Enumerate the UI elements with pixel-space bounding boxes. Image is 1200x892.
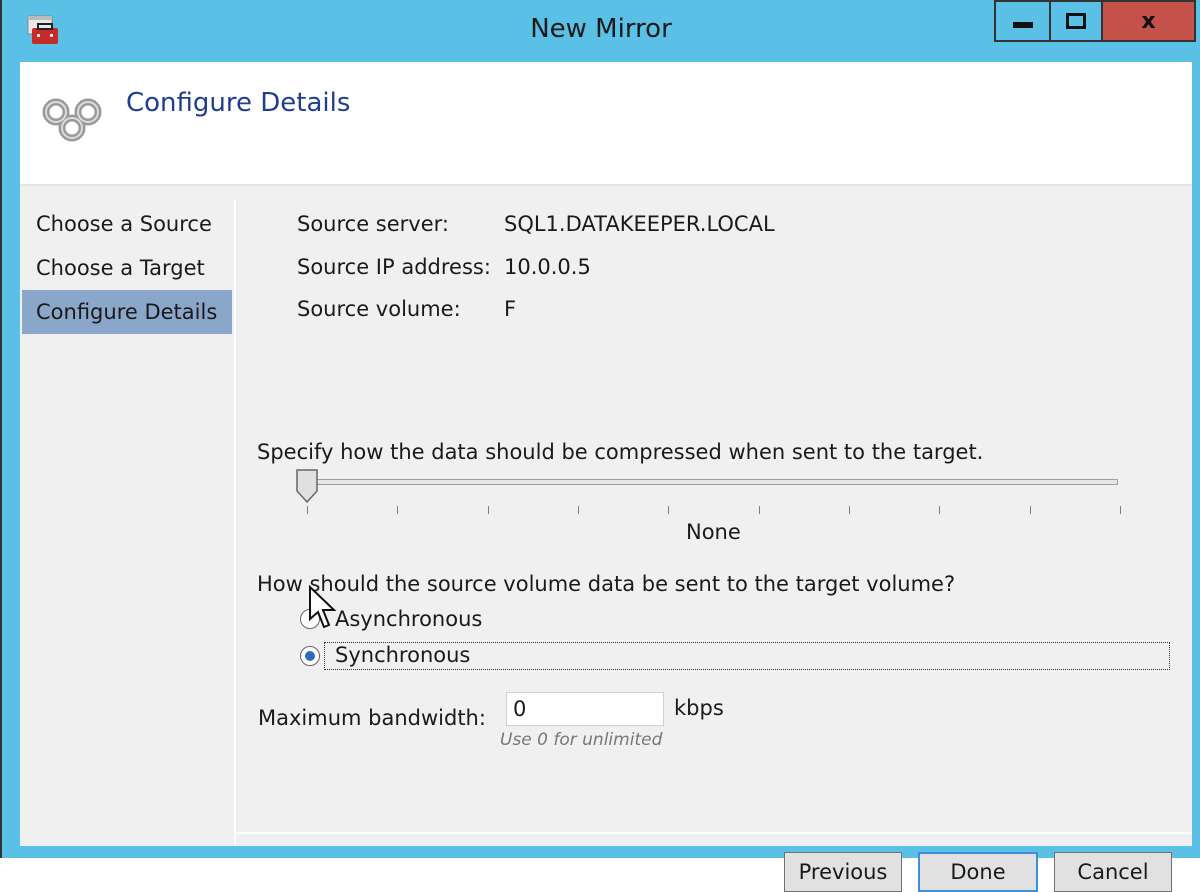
configure-details-panel: Source server: SQL1.DATAKEEPER.LOCAL Sou… (236, 186, 1192, 892)
footer-separator (236, 832, 1192, 834)
title-bar: New Mirror x (2, 0, 1200, 62)
mouse-pointer-icon (309, 585, 337, 629)
maximize-button[interactable] (1049, 0, 1103, 42)
dialog-client: Configure Details Choose a Source Choose… (20, 62, 1192, 892)
wizard-steps-sidebar: Choose a Source Choose a Target Configur… (20, 200, 236, 846)
bandwidth-unit: kbps (674, 696, 724, 720)
source-ip-value: 10.0.0.5 (504, 255, 591, 279)
slider-tick (1029, 506, 1031, 514)
sidebar-item-configure-details[interactable]: Configure Details (22, 290, 232, 334)
sidebar-item-choose-target[interactable]: Choose a Target (22, 246, 232, 290)
synchronous-label[interactable]: Synchronous (335, 643, 470, 667)
minimize-button[interactable] (994, 0, 1051, 42)
slider-tick (397, 506, 399, 514)
bandwidth-label: Maximum bandwidth: (258, 706, 486, 730)
maximize-icon (1066, 13, 1086, 29)
source-server-value: SQL1.DATAKEEPER.LOCAL (504, 212, 775, 236)
compression-slider-thumb[interactable] (296, 469, 318, 503)
cancel-button[interactable]: Cancel (1054, 852, 1172, 892)
slider-tick (578, 506, 579, 514)
slider-tick (668, 506, 670, 514)
slider-tick (487, 506, 489, 514)
slider-tick (849, 506, 850, 514)
source-volume-label: Source volume: (297, 297, 461, 321)
source-ip-label: Source IP address: (297, 255, 491, 279)
mirror-rings-icon (42, 98, 102, 142)
mode-prompt: How should the source volume data be sen… (257, 572, 956, 596)
slider-tick (1120, 506, 1121, 514)
page-title: Configure Details (126, 88, 351, 118)
bandwidth-hint: Use 0 for unlimited (500, 730, 663, 750)
source-server-label: Source server: (297, 212, 449, 236)
done-button[interactable]: Done (918, 852, 1038, 892)
asynchronous-label[interactable]: Asynchronous (335, 607, 482, 631)
close-button[interactable]: x (1101, 0, 1196, 42)
slider-tick (939, 506, 941, 514)
slider-tick (307, 506, 308, 514)
synchronous-radio[interactable] (300, 646, 320, 666)
minimize-icon (1012, 22, 1033, 28)
wizard-header: Configure Details (20, 62, 1192, 186)
compression-prompt: Specify how the data should be compresse… (257, 440, 984, 464)
source-volume-value: F (504, 297, 517, 321)
new-mirror-window: New Mirror x Configure Details Choose a … (0, 0, 1200, 892)
close-icon: x (1141, 8, 1156, 34)
previous-button[interactable]: Previous (784, 852, 902, 892)
compression-level-label: None (686, 520, 741, 544)
bandwidth-input[interactable]: 0 (506, 692, 664, 726)
compression-slider-track[interactable] (306, 479, 1118, 485)
sidebar-item-choose-source[interactable]: Choose a Source (22, 202, 232, 246)
slider-tick (758, 506, 760, 514)
